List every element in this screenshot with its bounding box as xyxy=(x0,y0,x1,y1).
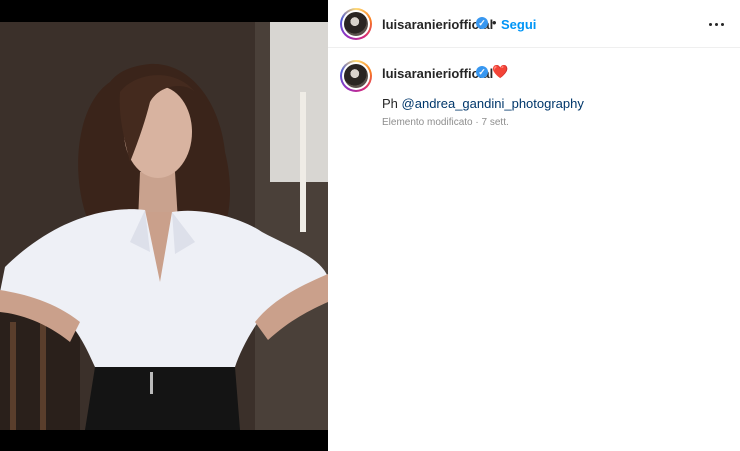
more-dot xyxy=(715,23,718,26)
verified-badge-icon: ✓ xyxy=(476,17,488,29)
header-separator: • xyxy=(492,15,497,30)
post-photo[interactable] xyxy=(0,22,328,430)
portrait-illustration xyxy=(0,22,328,430)
more-options-icon[interactable] xyxy=(708,16,724,32)
photographer-mention-link[interactable]: @andrea_gandini_photography xyxy=(402,96,584,111)
avatar-image xyxy=(344,12,368,36)
post-details-pane: luisaranieriofficial ✓ • Segui luisarani… xyxy=(328,0,740,451)
follow-button[interactable]: Segui xyxy=(501,17,536,32)
caption-author-avatar[interactable] xyxy=(340,60,372,92)
caption-prefix: Ph xyxy=(382,96,398,111)
more-dot xyxy=(709,23,712,26)
avatar-image xyxy=(344,64,368,88)
avatar-border xyxy=(342,10,370,38)
author-avatar[interactable] xyxy=(340,8,372,40)
meta-separator: · xyxy=(475,117,479,128)
edited-label: Elemento modificato xyxy=(382,117,473,128)
avatar-border xyxy=(342,62,370,90)
verified-badge-icon: ✓ xyxy=(476,66,488,78)
heart-emoji-icon: ❤️ xyxy=(492,64,509,79)
caption-text: Ph @andrea_gandini_photography xyxy=(382,96,584,111)
post-header: luisaranieriofficial ✓ • Segui xyxy=(328,0,740,48)
post-timestamp[interactable]: 7 sett. xyxy=(482,117,509,128)
caption-meta: Elemento modificato · 7 sett. xyxy=(382,117,509,128)
post-media[interactable] xyxy=(0,0,328,451)
more-dot xyxy=(721,23,724,26)
